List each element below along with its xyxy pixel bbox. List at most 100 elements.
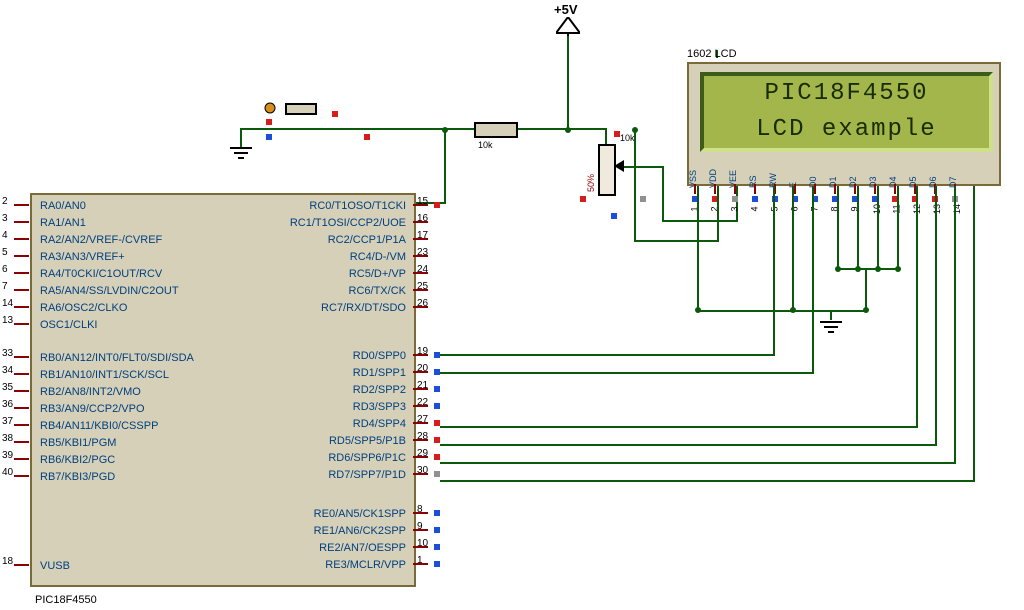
wire: [857, 186, 859, 270]
pin-number: 27: [417, 414, 428, 425]
logic-marker: [434, 471, 440, 477]
pin-number: 14: [2, 298, 13, 309]
logic-high-marker: [364, 134, 370, 140]
logic-low-marker: [611, 213, 617, 219]
pin-number: 7: [2, 281, 8, 292]
pin-number: 30: [417, 465, 428, 476]
lcd-pin-name: D6: [928, 158, 938, 188]
pin-label: OSC1/CLKI: [40, 319, 97, 331]
pin-label: RD5/SPP5/P1B: [329, 435, 406, 447]
lcd-pin-name: D2: [848, 158, 858, 188]
wire: [567, 36, 569, 130]
wire: [916, 186, 918, 426]
pin-stub: [14, 407, 29, 409]
pin-stub: [14, 204, 29, 206]
logic-marker: [434, 420, 440, 426]
pin-stub: [14, 373, 29, 375]
pin-label: RB3/AN9/CCP2/VPO: [40, 403, 145, 415]
logic-marker: [434, 386, 440, 392]
wire: [865, 268, 867, 310]
lcd-pin-stub: [874, 184, 876, 194]
pin-label: RA2/AN2/VREF-/CVREF: [40, 234, 162, 246]
logic-high-marker: [580, 196, 586, 202]
wire: [440, 480, 975, 482]
logic-marker: [434, 561, 440, 567]
wire: [697, 186, 699, 310]
logic-marker: [434, 527, 440, 533]
pin-stub: [14, 323, 29, 325]
wire: [567, 128, 607, 130]
wire: [240, 128, 242, 148]
junction-dot: [695, 307, 701, 313]
lcd-pin-name: D5: [908, 158, 918, 188]
lcd-ref: 1602 LCD: [687, 48, 737, 60]
pin-stub: [14, 475, 29, 477]
wire: [662, 220, 738, 222]
ground-icon: [818, 320, 844, 334]
lcd-pin-stub: [894, 184, 896, 194]
lcd-pin-name: VSS: [688, 158, 698, 188]
wire: [662, 166, 664, 220]
wire: [830, 310, 832, 320]
pin-number: 24: [417, 264, 428, 275]
wire: [837, 268, 899, 270]
logic-marker: [434, 202, 440, 208]
lcd-pin-stub: [834, 184, 836, 194]
wire: [736, 184, 738, 220]
wire: [440, 354, 775, 356]
wire: [440, 372, 814, 374]
power-arrow-icon: [556, 17, 580, 37]
lcd-pin-number: 7: [810, 206, 820, 211]
wire: [634, 128, 636, 241]
pin-number: 4: [2, 230, 8, 241]
wire: [717, 186, 719, 240]
pin-label: RA4/T0CKI/C1OUT/RCV: [40, 268, 162, 280]
pin-number: 20: [417, 363, 428, 374]
pin-number: 5: [2, 247, 8, 258]
pin-number: 38: [2, 433, 13, 444]
pin-stub: [14, 238, 29, 240]
pin-label: RB0/AN12/INT0/FLT0/SDI/SDA: [40, 352, 194, 364]
lcd-line-2: LCD example: [704, 112, 989, 148]
lcd-pin-name: VDD: [708, 158, 718, 188]
lcd-pin-name: D4: [888, 158, 898, 188]
pin-number: 35: [2, 382, 13, 393]
wire: [634, 240, 719, 242]
pin-number: 39: [2, 450, 13, 461]
pin-stub: [14, 390, 29, 392]
logic-marker: [434, 510, 440, 516]
wire: [444, 128, 446, 202]
lcd-pin-name: D3: [868, 158, 878, 188]
lcd-pin-stub: [734, 184, 736, 194]
wire: [792, 186, 794, 310]
pin-number: 8: [417, 504, 423, 515]
lcd-line-1: PIC18F4550: [704, 76, 989, 112]
pin-stub: [14, 289, 29, 291]
pin-number: 40: [2, 467, 13, 478]
pin-number: 23: [417, 247, 428, 258]
pin-label: RD3/SPP3: [353, 401, 406, 413]
pin-label: RC6/TX/CK: [349, 285, 406, 297]
wire: [877, 186, 879, 270]
pin-number: 28: [417, 431, 428, 442]
lcd-pin-stub: [754, 184, 756, 194]
pin-number: 18: [2, 556, 13, 567]
pin-number: 3: [2, 213, 8, 224]
wire: [973, 186, 975, 480]
lcd-pin-number: 4: [750, 206, 760, 211]
pot-setting: 50%: [586, 174, 596, 192]
pin-label: RA1/AN1: [40, 217, 86, 229]
lcd-pin-number: 6: [790, 206, 800, 211]
pin-number: 9: [417, 521, 423, 532]
wire: [897, 186, 899, 270]
pin-label: RC1/T1OSI/CCP2/UOE: [290, 217, 406, 229]
logic-marker: [434, 352, 440, 358]
lcd-pin-stub: [794, 184, 796, 194]
pin-label: RD6/SPP6/P1C: [328, 452, 406, 464]
pot-value: 10k: [620, 133, 635, 143]
wire: [812, 186, 814, 372]
junction-dot: [835, 266, 841, 272]
lcd-pin-name: D7: [948, 158, 958, 188]
wire: [440, 444, 937, 446]
lcd-pin-name: RW: [768, 158, 778, 188]
